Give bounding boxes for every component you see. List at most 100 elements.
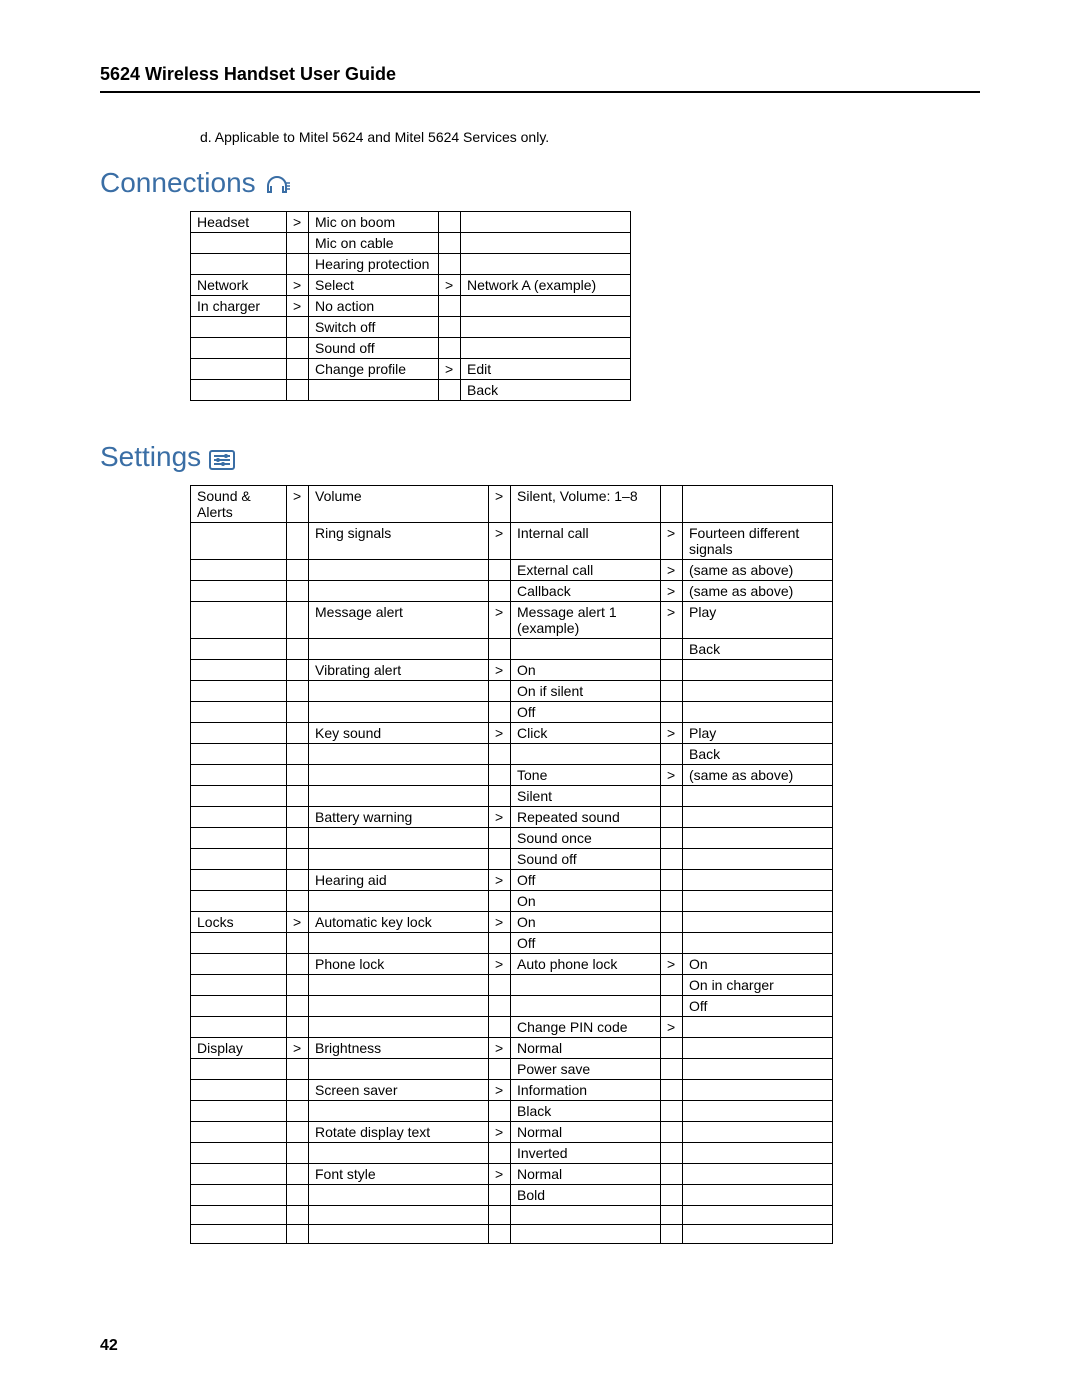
table-cell bbox=[287, 933, 309, 954]
table-cell bbox=[309, 1143, 489, 1164]
table-cell bbox=[489, 1143, 511, 1164]
table-cell bbox=[191, 933, 287, 954]
table-cell bbox=[309, 849, 489, 870]
heading-connections-text: Connections bbox=[100, 167, 256, 199]
table-row: Power save bbox=[191, 1059, 833, 1080]
table-cell: Switch off bbox=[309, 317, 439, 338]
heading-connections: Connections bbox=[100, 167, 980, 199]
table-cell bbox=[461, 296, 631, 317]
table-cell: Off bbox=[511, 933, 661, 954]
table-cell: On in charger bbox=[683, 975, 833, 996]
table-cell: > bbox=[287, 1038, 309, 1059]
table-cell bbox=[287, 1206, 309, 1225]
table-cell bbox=[287, 338, 309, 359]
table-cell: > bbox=[489, 660, 511, 681]
table-cell bbox=[287, 1143, 309, 1164]
table-row: Silent bbox=[191, 786, 833, 807]
table-cell bbox=[661, 1080, 683, 1101]
table-cell bbox=[683, 912, 833, 933]
table-cell: Mic on cable bbox=[309, 233, 439, 254]
table-cell bbox=[287, 233, 309, 254]
table-cell bbox=[683, 1101, 833, 1122]
table-cell bbox=[661, 996, 683, 1017]
table-cell bbox=[191, 254, 287, 275]
table-cell: > bbox=[661, 581, 683, 602]
table-cell bbox=[683, 660, 833, 681]
table-cell: > bbox=[661, 954, 683, 975]
table-cell bbox=[309, 828, 489, 849]
table-cell: > bbox=[439, 359, 461, 380]
table-cell bbox=[511, 996, 661, 1017]
table-cell: Power save bbox=[511, 1059, 661, 1080]
table-cell bbox=[439, 380, 461, 401]
table-cell bbox=[191, 602, 287, 639]
table-cell bbox=[511, 744, 661, 765]
table-cell bbox=[309, 1225, 489, 1244]
table-cell: Play bbox=[683, 723, 833, 744]
table-cell bbox=[489, 560, 511, 581]
table-cell: Silent, Volume: 1–8 bbox=[511, 486, 661, 523]
table-row: On in charger bbox=[191, 975, 833, 996]
table-row: Back bbox=[191, 639, 833, 660]
doc-title: 5624 Wireless Handset User Guide bbox=[100, 64, 980, 85]
table-cell: Sound & Alerts bbox=[191, 486, 287, 523]
table-cell bbox=[683, 1164, 833, 1185]
table-row bbox=[191, 1225, 833, 1244]
table-row: Key sound>Click>Play bbox=[191, 723, 833, 744]
table-cell: > bbox=[439, 275, 461, 296]
table-cell bbox=[287, 380, 309, 401]
table-cell: (same as above) bbox=[683, 560, 833, 581]
table-cell bbox=[489, 1185, 511, 1206]
table-cell: Sound off bbox=[511, 849, 661, 870]
table-cell: > bbox=[287, 296, 309, 317]
table-cell bbox=[439, 233, 461, 254]
table-cell bbox=[489, 1017, 511, 1038]
table-cell bbox=[489, 744, 511, 765]
table-cell bbox=[461, 233, 631, 254]
table-cell bbox=[191, 849, 287, 870]
table-cell bbox=[461, 338, 631, 359]
table-cell bbox=[511, 975, 661, 996]
table-cell: Vibrating alert bbox=[309, 660, 489, 681]
table-row: Display>Brightness>Normal bbox=[191, 1038, 833, 1059]
table-cell bbox=[661, 744, 683, 765]
table-cell bbox=[683, 1122, 833, 1143]
table-cell bbox=[489, 639, 511, 660]
table-cell bbox=[287, 317, 309, 338]
table-cell bbox=[191, 1017, 287, 1038]
table-cell bbox=[309, 891, 489, 912]
table-cell: > bbox=[661, 602, 683, 639]
page: 5624 Wireless Handset User Guide d. Appl… bbox=[0, 0, 1080, 1397]
table-cell: Normal bbox=[511, 1038, 661, 1059]
table-cell bbox=[191, 807, 287, 828]
table-cell bbox=[191, 702, 287, 723]
table-cell: > bbox=[287, 212, 309, 233]
table-cell bbox=[191, 954, 287, 975]
table-row: On bbox=[191, 891, 833, 912]
table-cell: Normal bbox=[511, 1122, 661, 1143]
connections-table: Headset>Mic on boomMic on cableHearing p… bbox=[190, 211, 631, 401]
table-cell bbox=[191, 660, 287, 681]
table-cell bbox=[287, 954, 309, 975]
table-cell: On if silent bbox=[511, 681, 661, 702]
table-cell bbox=[191, 233, 287, 254]
table-cell bbox=[287, 870, 309, 891]
table-cell bbox=[191, 786, 287, 807]
table-cell bbox=[661, 1122, 683, 1143]
table-row: Locks>Automatic key lock>On bbox=[191, 912, 833, 933]
table-cell bbox=[661, 681, 683, 702]
table-cell bbox=[309, 702, 489, 723]
table-cell bbox=[309, 933, 489, 954]
table-cell bbox=[661, 912, 683, 933]
table-row: Off bbox=[191, 933, 833, 954]
table-row: Hearing aid>Off bbox=[191, 870, 833, 891]
table-row: On if silent bbox=[191, 681, 833, 702]
table-cell bbox=[287, 723, 309, 744]
table-cell bbox=[683, 870, 833, 891]
table-cell bbox=[439, 317, 461, 338]
table-cell bbox=[191, 891, 287, 912]
table-cell: Bold bbox=[511, 1185, 661, 1206]
table-cell bbox=[661, 1101, 683, 1122]
table-cell: Hearing aid bbox=[309, 870, 489, 891]
table-cell bbox=[191, 1206, 287, 1225]
